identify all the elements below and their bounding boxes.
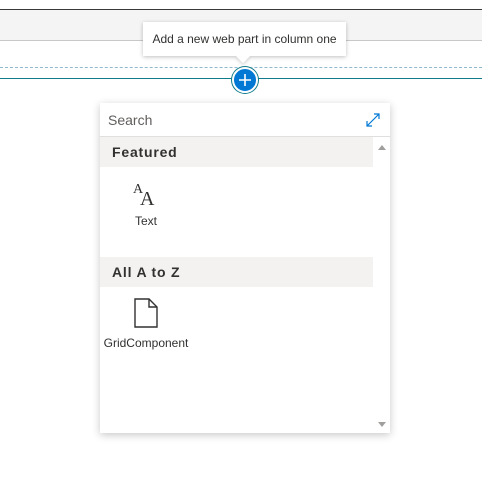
webpart-label-gridcomponent: GridComponent [103,336,189,350]
webpart-toolbox: Featured A A Text All A to Z GridCompone… [100,103,390,433]
search-row [100,103,390,137]
text-icon: A A [133,182,155,209]
section-header-all: All A to Z [100,257,373,287]
plus-icon [239,74,251,86]
expand-icon [366,113,380,127]
page-top-bar [0,0,482,10]
expand-toolbox-button[interactable] [362,109,384,131]
toolbox-scrollbar[interactable] [373,137,390,433]
document-icon [134,298,158,328]
scroll-up-icon[interactable] [378,145,386,150]
webpart-tile-gridcomponent[interactable]: GridComponent [100,297,192,352]
add-webpart-button[interactable] [232,67,258,93]
svg-text:A: A [140,188,155,209]
section-header-featured: Featured [100,137,373,167]
scroll-down-icon[interactable] [378,422,386,427]
webpart-list: Featured A A Text All A to Z GridCompone… [100,137,373,433]
search-input[interactable] [100,103,358,136]
webpart-tile-text[interactable]: A A Text [100,177,192,230]
webpart-label-text: Text [134,214,157,228]
